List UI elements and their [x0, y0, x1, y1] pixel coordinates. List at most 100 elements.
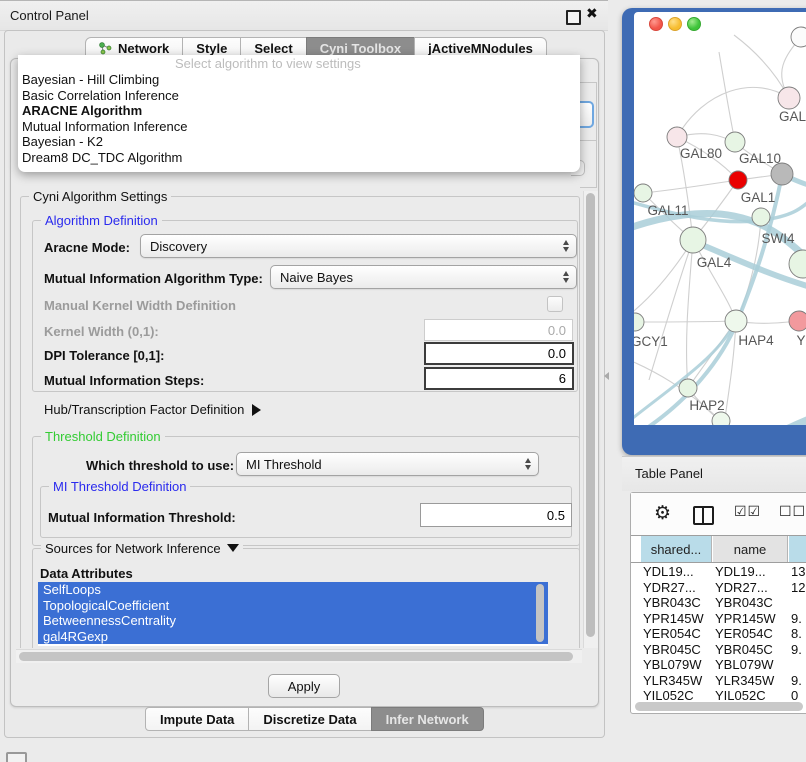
- list-scrollbar-thumb[interactable]: [536, 584, 544, 642]
- table-row[interactable]: YER054CYER054C8.: [631, 626, 806, 642]
- algorithm-definition-title: Algorithm Definition: [41, 213, 162, 228]
- network-node-label: HAP2: [689, 398, 724, 413]
- algorithm-option[interactable]: ARACNE Algorithm: [22, 103, 142, 118]
- table-row[interactable]: YIL052CYIL052C0: [631, 688, 806, 700]
- network-edge[interactable]: [634, 240, 693, 315]
- dpi-tolerance-field[interactable]: 0.0: [424, 342, 574, 365]
- network-node-label: SWI4: [761, 231, 794, 246]
- table-cell: YBR043C: [643, 595, 713, 610]
- network-node[interactable]: [789, 250, 806, 278]
- table-cell: YER054C: [715, 626, 789, 641]
- bottom-tab-discretize-data[interactable]: Discretize Data: [248, 707, 371, 731]
- aracne-mode-combo[interactable]: Discovery: [140, 234, 577, 258]
- algorithm-option[interactable]: Bayesian - K2: [22, 134, 103, 149]
- combo-arrows-icon: [525, 458, 531, 470]
- check-all-icon[interactable]: ☑☑: [734, 504, 761, 520]
- table-row[interactable]: YDR27...YDR27...12: [631, 580, 806, 596]
- mi-steps-label: Mutual Information Steps:: [44, 373, 204, 388]
- table-row[interactable]: YDL19...YDL19...13: [631, 564, 806, 580]
- table-toolbar: ⚙ ☑☑ ☐☐: [631, 493, 806, 535]
- network-node-label: GAL80: [680, 146, 722, 161]
- network-node[interactable]: [712, 412, 730, 425]
- network-node-gal80[interactable]: [667, 127, 687, 147]
- data-attribute-item[interactable]: SelfLoops: [38, 582, 548, 598]
- column-header[interactable]: shared...: [641, 536, 712, 562]
- aracne-mode-value: Discovery: [150, 239, 207, 254]
- close-panel-icon[interactable]: ✖: [586, 6, 598, 22]
- network-node-gal1[interactable]: [771, 163, 793, 185]
- network-node-swi4[interactable]: [752, 208, 770, 226]
- network-view-window[interactable]: GALGAL80GAL10GAL1GAL11SWI4GAL4HAP4YGCY1H…: [622, 8, 806, 455]
- hidden-groupbox-fragment: [580, 82, 597, 83]
- table-hscrollbar[interactable]: [634, 701, 806, 712]
- settings-vscrollbar[interactable]: [583, 191, 598, 648]
- network-node-hap4[interactable]: [725, 310, 747, 332]
- table-panel-title: Table Panel: [635, 466, 703, 481]
- table-cell: YIL052C: [715, 688, 789, 700]
- network-node-hap2[interactable]: [679, 379, 697, 397]
- minimized-panel-icon[interactable]: [6, 752, 27, 762]
- column-header[interactable]: name: [713, 536, 788, 562]
- manual-kernel-checkbox[interactable]: [547, 296, 563, 312]
- kernel-width-field[interactable]: 0.0: [424, 319, 573, 341]
- network-node[interactable]: [791, 27, 806, 47]
- which-threshold-combo[interactable]: MI Threshold: [236, 452, 539, 476]
- mi-type-combo[interactable]: Naive Bayes: [270, 265, 577, 289]
- table-cell: YER054C: [643, 626, 713, 641]
- network-node-gal4[interactable]: [680, 227, 706, 253]
- algorithm-option[interactable]: Dream8 DC_TDC Algorithm: [22, 150, 182, 165]
- split-columns-icon[interactable]: [693, 506, 714, 525]
- table-cell: 0: [791, 688, 806, 700]
- algorithm-option[interactable]: Bayesian - Hill Climbing: [22, 72, 159, 87]
- network-node[interactable]: [729, 171, 747, 189]
- network-edge[interactable]: [687, 240, 693, 388]
- network-edge-highlighted[interactable]: [734, 416, 806, 425]
- table-cell: 12: [791, 580, 806, 595]
- window-zoom-button[interactable]: [687, 17, 701, 31]
- table-cell: 9.: [791, 673, 806, 688]
- table-hscrollbar-thumb[interactable]: [635, 702, 803, 711]
- node-table: ⚙ ☑☑ ☐☐ shared...name YDL19...YDL19...13…: [630, 492, 806, 714]
- window-minimize-button[interactable]: [668, 17, 682, 31]
- window-close-button[interactable]: [649, 17, 663, 31]
- network-node-gcy1[interactable]: [634, 313, 644, 331]
- column-header[interactable]: [789, 536, 806, 562]
- network-node-y[interactable]: [789, 311, 806, 331]
- table-row[interactable]: YBL079WYBL079W: [631, 657, 806, 673]
- bottom-tab-infer-network[interactable]: Infer Network: [371, 707, 484, 731]
- network-edge[interactable]: [635, 321, 736, 322]
- table-row[interactable]: YBR043CYBR043C: [631, 595, 806, 611]
- table-row[interactable]: YBR045CYBR045C9.: [631, 642, 806, 658]
- network-node-gal10[interactable]: [725, 132, 745, 152]
- network-node-gal11[interactable]: [634, 184, 652, 202]
- data-attribute-item[interactable]: TopologicalCoefficient: [38, 598, 548, 614]
- network-edge[interactable]: [643, 180, 738, 193]
- apply-button[interactable]: Apply: [268, 674, 340, 698]
- algorithm-option[interactable]: Mutual Information Inference: [22, 119, 187, 134]
- mi-threshold-field[interactable]: 0.5: [420, 503, 572, 527]
- data-attribute-item[interactable]: gal4RGexp: [38, 629, 548, 645]
- table-row[interactable]: YPR145WYPR145W9.: [631, 611, 806, 627]
- expand-right-icon: [252, 404, 261, 416]
- hub-definition-toggle[interactable]: Hub/Transcription Factor Definition: [44, 402, 261, 417]
- gear-icon[interactable]: ⚙: [654, 502, 671, 524]
- table-cell: 8.: [791, 626, 806, 641]
- network-node-label: GAL10: [739, 151, 781, 166]
- table-cell: 9.: [791, 642, 806, 657]
- manual-kernel-label: Manual Kernel Width Definition: [44, 298, 236, 313]
- float-panel-icon[interactable]: [566, 10, 581, 25]
- network-node-gal[interactable]: [778, 87, 800, 109]
- network-canvas[interactable]: GALGAL80GAL10GAL1GAL11SWI4GAL4HAP4YGCY1H…: [634, 12, 806, 425]
- network-node-label: HAP4: [738, 333, 774, 348]
- table-row[interactable]: YLR345WYLR345W9.: [631, 673, 806, 689]
- bottom-tab-impute-data[interactable]: Impute Data: [145, 707, 249, 731]
- settings-hscrollbar[interactable]: [16, 649, 582, 663]
- algorithm-option[interactable]: Basic Correlation Inference: [22, 88, 179, 103]
- data-attribute-item[interactable]: BetweennessCentrality: [38, 613, 548, 629]
- uncheck-all-icon[interactable]: ☐☐: [779, 504, 806, 520]
- settings-vscrollbar-thumb[interactable]: [586, 193, 595, 637]
- table-cell: YIL052C: [643, 688, 713, 700]
- mi-steps-field[interactable]: 6: [424, 367, 574, 390]
- network-edge[interactable]: [719, 52, 735, 142]
- settings-hscrollbar-thumb[interactable]: [19, 652, 573, 661]
